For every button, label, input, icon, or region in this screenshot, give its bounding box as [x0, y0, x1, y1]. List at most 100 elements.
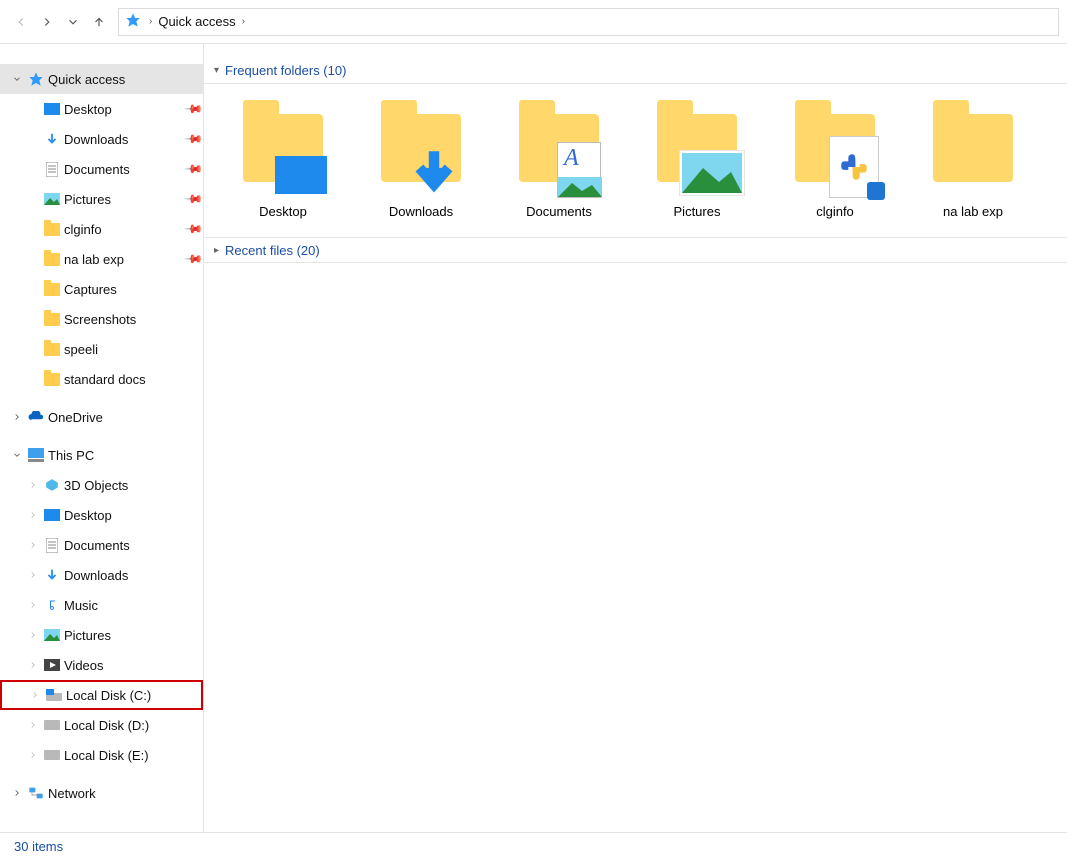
- breadcrumb[interactable]: › Quick access ›: [118, 8, 1059, 36]
- folder-icon: [42, 343, 62, 356]
- desktop-icon: [42, 103, 62, 115]
- tree-item-pictures-pc[interactable]: Pictures: [0, 620, 203, 650]
- chevron-right-icon: [24, 480, 42, 490]
- tree-label: Local Disk (D:): [64, 718, 203, 733]
- tree-item-captures[interactable]: Captures: [0, 274, 203, 304]
- tree-network[interactable]: Network: [0, 778, 203, 808]
- pin-icon: 📌: [183, 158, 206, 181]
- tile-pictures[interactable]: Pictures: [628, 98, 766, 219]
- chevron-right-icon: [8, 412, 26, 422]
- tile-label: clginfo: [816, 204, 854, 219]
- nav-recent-button[interactable]: [60, 9, 86, 35]
- tree-item-nalabexp[interactable]: na lab exp 📌: [0, 244, 203, 274]
- network-icon: [26, 786, 46, 800]
- pictures-icon: [42, 629, 62, 641]
- tree-label: Pictures: [64, 192, 185, 207]
- tree-item-3dobjects[interactable]: 3D Objects: [0, 470, 203, 500]
- document-icon: [42, 162, 62, 177]
- onedrive-icon: [26, 411, 46, 423]
- nav-forward-button[interactable]: [34, 9, 60, 35]
- chevron-right-icon: ›: [149, 16, 152, 27]
- download-folder-icon: [373, 98, 469, 198]
- tile-label: Downloads: [389, 204, 453, 219]
- tree-label: Captures: [64, 282, 203, 297]
- tree-item-documents[interactable]: Documents 📌: [0, 154, 203, 184]
- tile-label: Pictures: [674, 204, 721, 219]
- this-pc-icon: [26, 448, 46, 462]
- tree-item-standarddocs[interactable]: standard docs: [0, 364, 203, 394]
- tree-label: clginfo: [64, 222, 185, 237]
- tree-item-videos[interactable]: Videos: [0, 650, 203, 680]
- tree-quick-access[interactable]: Quick access: [0, 64, 203, 94]
- tree-label: Screenshots: [64, 312, 203, 327]
- tree-item-local-disk-e[interactable]: Local Disk (E:): [0, 740, 203, 770]
- tree-item-documents-pc[interactable]: Documents: [0, 530, 203, 560]
- folder-icon: [42, 253, 62, 266]
- folder-icon: [42, 313, 62, 326]
- tree-onedrive[interactable]: OneDrive: [0, 402, 203, 432]
- tree-label: This PC: [48, 448, 203, 463]
- tile-label: Documents: [526, 204, 592, 219]
- tree-label: Desktop: [64, 508, 203, 523]
- section-frequent-header[interactable]: ▾ Frequent folders (10): [204, 58, 1067, 84]
- tree-label: 3D Objects: [64, 478, 203, 493]
- tree-item-pictures[interactable]: Pictures 📌: [0, 184, 203, 214]
- tree-item-local-disk-c[interactable]: Local Disk (C:): [0, 680, 203, 710]
- pin-icon: 📌: [183, 248, 206, 271]
- 3d-icon: [42, 478, 62, 492]
- quick-access-star-icon: [26, 71, 46, 87]
- tile-nalabexp[interactable]: na lab exp: [904, 98, 1042, 219]
- tree-item-desktop-pc[interactable]: Desktop: [0, 500, 203, 530]
- nav-back-button[interactable]: [8, 9, 34, 35]
- chevron-down-icon: [8, 450, 26, 460]
- desktop-folder-icon: [235, 98, 331, 198]
- breadcrumb-location: Quick access: [158, 14, 235, 29]
- section-recent-header[interactable]: ▸ Recent files (20): [204, 237, 1067, 263]
- download-icon: [42, 132, 62, 146]
- tile-downloads[interactable]: Downloads: [352, 98, 490, 219]
- status-item-count: 30 items: [14, 839, 63, 854]
- chevron-right-icon: [8, 788, 26, 798]
- tree-item-screenshots[interactable]: Screenshots: [0, 304, 203, 334]
- document-folder-icon: A: [511, 98, 607, 198]
- folder-icon: [925, 98, 1021, 198]
- tree-this-pc[interactable]: This PC: [0, 440, 203, 470]
- tree-item-downloads[interactable]: Downloads 📌: [0, 124, 203, 154]
- tree-label: Music: [64, 598, 203, 613]
- tile-label: na lab exp: [943, 204, 1003, 219]
- pin-icon: 📌: [183, 128, 206, 151]
- tree-label: Local Disk (E:): [64, 748, 203, 763]
- tree-item-local-disk-d[interactable]: Local Disk (D:): [0, 710, 203, 740]
- pictures-icon: [42, 193, 62, 205]
- chevron-right-icon: [26, 690, 44, 700]
- tile-documents[interactable]: A Documents: [490, 98, 628, 219]
- section-title: Recent files (20): [225, 243, 320, 258]
- tree-label: Videos: [64, 658, 203, 673]
- tree-item-speeli[interactable]: speeli: [0, 334, 203, 364]
- tile-label: Desktop: [259, 204, 307, 219]
- folder-icon: [42, 283, 62, 296]
- tile-desktop[interactable]: Desktop: [214, 98, 352, 219]
- chevron-down-icon: ▾: [214, 65, 219, 76]
- tree-item-downloads-pc[interactable]: Downloads: [0, 560, 203, 590]
- status-bar: 30 items: [0, 832, 1067, 860]
- chevron-right-icon: ›: [242, 16, 245, 27]
- chevron-right-icon: [24, 630, 42, 640]
- tree-label: speeli: [64, 342, 203, 357]
- tree-item-clginfo[interactable]: clginfo 📌: [0, 214, 203, 244]
- nav-up-button[interactable]: [86, 9, 112, 35]
- tile-clginfo[interactable]: clginfo: [766, 98, 904, 219]
- tree-label: Documents: [64, 538, 203, 553]
- tree-item-music[interactable]: Music: [0, 590, 203, 620]
- chevron-right-icon: [24, 570, 42, 580]
- python-folder-icon: [787, 98, 883, 198]
- tree-item-desktop[interactable]: Desktop 📌: [0, 94, 203, 124]
- navigation-tree: Quick access Desktop 📌 Downloads 📌 Docum…: [0, 44, 204, 832]
- tree-label: standard docs: [64, 372, 203, 387]
- pin-icon: 📌: [183, 218, 206, 241]
- pin-icon: 📌: [183, 98, 206, 121]
- disk-icon: [42, 720, 62, 730]
- pictures-folder-icon: [649, 98, 745, 198]
- chevron-right-icon: [24, 600, 42, 610]
- tree-label: Network: [48, 786, 203, 801]
